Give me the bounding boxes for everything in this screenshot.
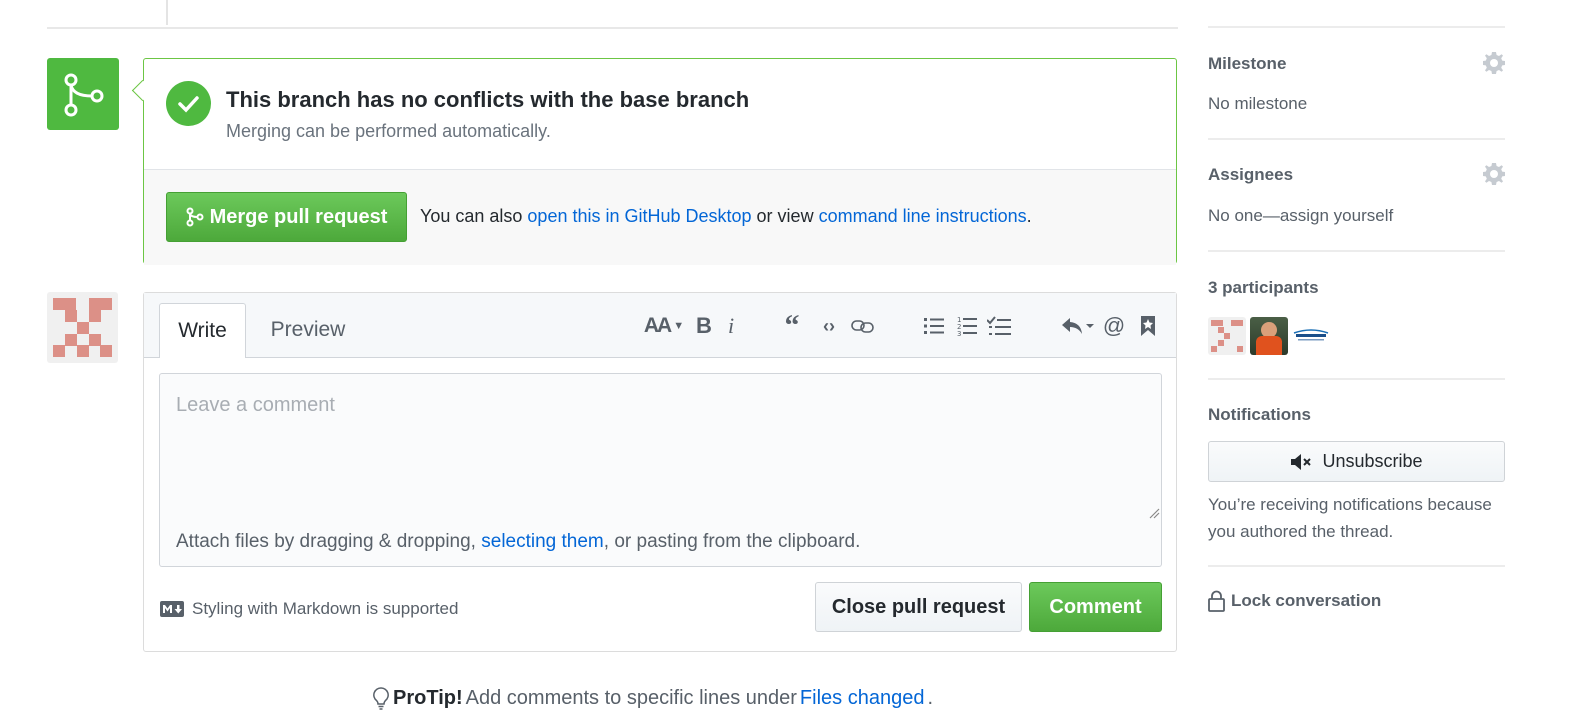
- merge-status-badge: [47, 58, 119, 130]
- comment-tabbar: Write Preview AA ▼ B i “ ‹› 123 @: [144, 293, 1176, 358]
- lock-conversation-button[interactable]: Lock conversation: [1208, 590, 1381, 612]
- merge-button-label: Merge pull request: [209, 205, 388, 228]
- git-merge-icon: [64, 73, 104, 117]
- resize-handle-icon[interactable]: [1148, 507, 1160, 519]
- quote-icon[interactable]: “: [780, 309, 804, 342]
- file-attachment-area[interactable]: Attach files by dragging & dropping, sel…: [159, 520, 1162, 567]
- gear-icon[interactable]: [1482, 162, 1506, 186]
- sidebar-divider: [1208, 378, 1505, 380]
- merge-status-panel: This branch has no conflicts with the ba…: [131, 58, 1177, 265]
- protip: ProTip! Add comments to specific lines u…: [372, 686, 933, 710]
- select-files-link[interactable]: selecting them: [481, 531, 604, 552]
- sidebar-divider: [1208, 565, 1505, 567]
- command-line-instructions-link[interactable]: command line instructions: [819, 206, 1027, 226]
- assignees-heading[interactable]: Assignees: [1208, 165, 1293, 185]
- avatar[interactable]: [47, 292, 118, 363]
- tab-write[interactable]: Write: [159, 303, 246, 358]
- check-circle-icon: [166, 81, 211, 126]
- merge-actions: Merge pull request You can also open thi…: [144, 169, 1176, 265]
- merge-alternatives-text: You can also open this in GitHub Desktop…: [420, 206, 1032, 226]
- bold-icon[interactable]: B: [694, 311, 714, 341]
- reply-icon[interactable]: [1059, 311, 1097, 341]
- merge-status-title: This branch has no conflicts with the ba…: [226, 87, 750, 112]
- light-bulb-icon: [373, 687, 389, 710]
- participant-avatar[interactable]: [1292, 317, 1330, 355]
- markdown-icon: [160, 601, 184, 617]
- timeline-top-edge: [47, 0, 1178, 29]
- lock-icon: [1208, 590, 1225, 612]
- mute-icon: [1291, 453, 1312, 470]
- code-icon[interactable]: ‹›: [816, 311, 842, 341]
- comment-button[interactable]: Comment: [1029, 582, 1162, 632]
- git-merge-icon: [186, 207, 204, 227]
- close-pull-request-button[interactable]: Close pull request: [815, 582, 1022, 632]
- notifications-heading: Notifications: [1208, 405, 1311, 424]
- files-changed-link[interactable]: Files changed: [800, 687, 925, 710]
- link-icon[interactable]: [850, 311, 876, 341]
- sidebar-divider: [1208, 138, 1505, 140]
- sidebar-divider: [1208, 26, 1505, 28]
- new-comment-form: Write Preview AA ▼ B i “ ‹› 123 @ Leave a…: [143, 292, 1177, 652]
- participants-heading: 3 participants: [1208, 278, 1319, 297]
- markdown-support-note[interactable]: Styling with Markdown is supported: [160, 599, 458, 619]
- mention-icon[interactable]: @: [1101, 311, 1127, 341]
- svg-text:3: 3: [957, 330, 961, 336]
- merge-pull-request-button[interactable]: Merge pull request: [166, 192, 407, 242]
- italic-icon[interactable]: i: [722, 311, 740, 341]
- unordered-list-icon[interactable]: [922, 311, 946, 341]
- text-size-icon[interactable]: AA ▼: [642, 311, 686, 341]
- sidebar-divider: [1208, 250, 1505, 252]
- merge-status-subtitle: Merging can be performed automatically.: [226, 121, 551, 141]
- comment-textarea[interactable]: Leave a comment: [159, 373, 1162, 521]
- unsubscribe-button[interactable]: Unsubscribe: [1208, 441, 1505, 482]
- bookmark-icon[interactable]: [1137, 311, 1159, 341]
- assign-yourself-link[interactable]: No one—assign yourself: [1208, 206, 1393, 226]
- gear-icon[interactable]: [1482, 51, 1506, 75]
- notification-reason: You’re receiving notifications because y…: [1208, 495, 1492, 541]
- participant-avatar[interactable]: [1208, 317, 1246, 355]
- milestone-value: No milestone: [1208, 94, 1308, 113]
- tab-preview[interactable]: Preview: [256, 303, 360, 357]
- task-list-icon[interactable]: [986, 311, 1012, 341]
- milestone-heading[interactable]: Milestone: [1208, 54, 1286, 74]
- open-in-desktop-link[interactable]: open this in GitHub Desktop: [527, 206, 751, 226]
- ordered-list-icon[interactable]: 123: [955, 311, 979, 341]
- participant-avatar[interactable]: [1250, 317, 1288, 355]
